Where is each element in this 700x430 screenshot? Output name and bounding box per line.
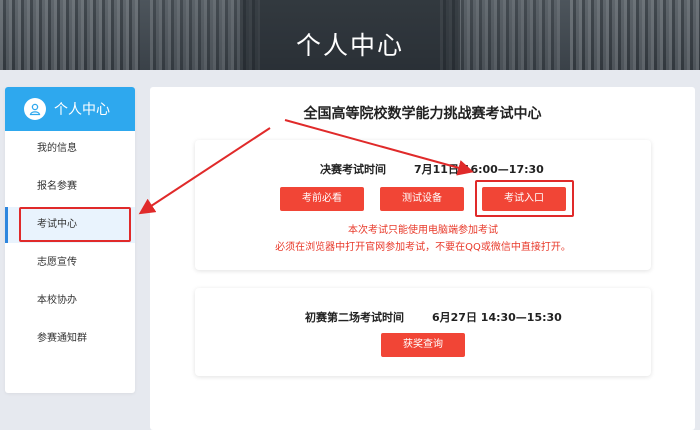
prelim-exam-card [195,288,651,376]
header-banner: 个人中心 [0,0,700,70]
prelim-exam-time-row: 初赛第二场考试时间 6月27日 14:30—15:30 [305,309,562,325]
page-title: 个人中心 [295,31,404,60]
sidebar-item-notice-group[interactable]: 参赛通知群 [5,321,135,357]
sidebar-item-school-co-host[interactable]: 本校协办 [5,283,135,319]
prelim-exam-time: 6月27日 14:30—15:30 [432,311,562,324]
sidebar-item-volunteer[interactable]: 志愿宣传 [5,245,135,281]
final-exam-label: 决赛考试时间 [320,163,386,176]
award-query-button[interactable]: 获奖查询 [381,333,465,357]
annotation-box-enter-exam [475,180,574,217]
annotation-box-exam-center [19,207,131,242]
sidebar-item-registration[interactable]: 报名参赛 [5,169,135,205]
sidebar-header: 个人中心 [5,87,135,131]
exam-notice-device: 本次考试只能使用电脑端参加考试 [348,225,498,236]
exam-center-title: 全国高等院校数学能力挑战赛考试中心 [303,106,542,122]
final-exam-time-row: 决赛考试时间 7月11日 16:00—17:30 [320,161,544,177]
must-read-button[interactable]: 考前必看 [280,187,364,211]
exam-notice-browser: 必须在浏览器中打开官网参加考试，不要在QQ或微信中直接打开。 [275,242,571,253]
user-avatar-icon [24,98,46,120]
sidebar-header-label: 个人中心 [54,102,110,118]
sidebar-item-my-info[interactable]: 我的信息 [5,131,135,167]
final-exam-time: 7月11日 16:00—17:30 [414,163,544,176]
prelim-exam-label: 初赛第二场考试时间 [305,311,404,324]
test-device-button[interactable]: 测试设备 [380,187,464,211]
